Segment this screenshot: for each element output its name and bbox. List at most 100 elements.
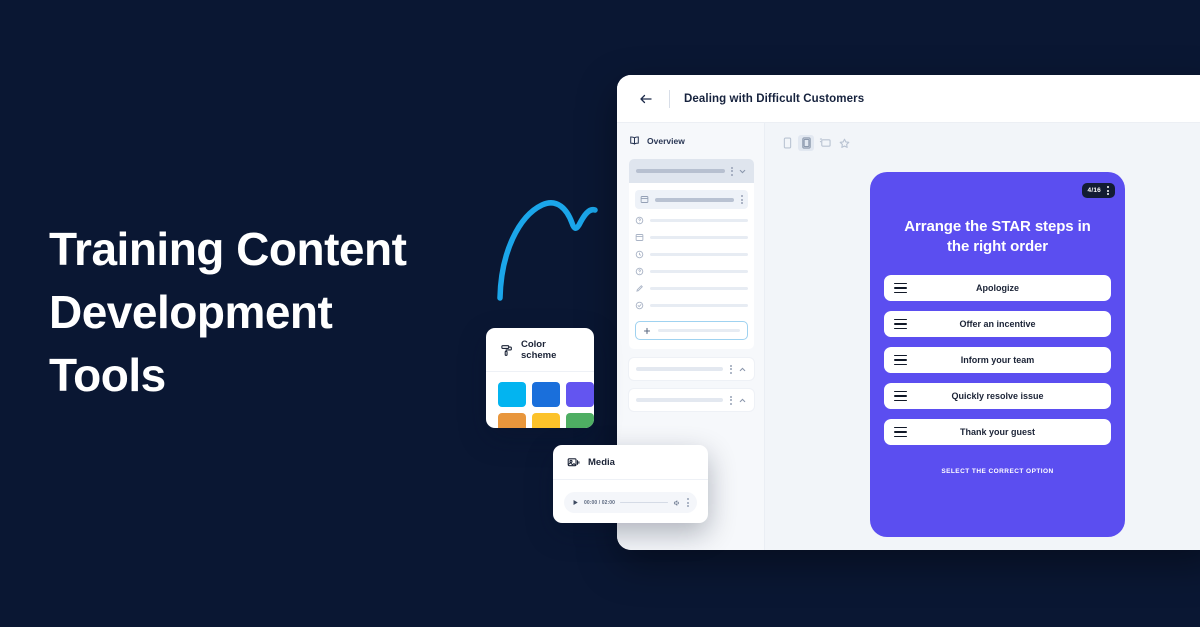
skeleton-line: [658, 329, 740, 332]
arrow-left-icon[interactable]: [637, 90, 655, 108]
headline-line-3: Tools: [49, 349, 166, 402]
desktop-view-button[interactable]: [817, 135, 833, 151]
add-slide-button[interactable]: [635, 321, 748, 340]
list-item[interactable]: [635, 190, 748, 209]
skeleton-line: [650, 304, 748, 307]
quiz-progress-badge[interactable]: 4/16: [1081, 183, 1115, 198]
chevron-down-icon[interactable]: [738, 167, 747, 176]
mobile-view-button[interactable]: [779, 135, 795, 151]
color-swatch-cyan[interactable]: [498, 382, 526, 407]
more-vertical-icon[interactable]: [686, 497, 689, 508]
skeleton-line: [650, 253, 748, 256]
quiz-option-item[interactable]: Apologize: [884, 275, 1111, 301]
color-swatch-blue[interactable]: [532, 382, 560, 407]
color-scheme-card: Color scheme: [486, 328, 594, 428]
question-circle-icon: [635, 216, 644, 225]
drag-handle-icon[interactable]: [894, 282, 907, 294]
quiz-option-item[interactable]: Inform your team: [884, 347, 1111, 373]
skeleton-line: [636, 398, 723, 402]
play-icon[interactable]: [572, 499, 579, 506]
clock-icon: [635, 250, 644, 259]
favorite-button[interactable]: [836, 135, 852, 151]
skeleton-line: [650, 236, 748, 239]
curved-arrow-doodle-icon: [497, 200, 598, 301]
list-item[interactable]: [635, 246, 748, 263]
chevron-up-icon[interactable]: [738, 365, 747, 374]
list-item[interactable]: [635, 229, 748, 246]
check-circle-icon: [635, 301, 644, 310]
media-player: 00:00 / 02:00: [564, 492, 697, 513]
color-swatch-violet[interactable]: [566, 382, 594, 407]
quiz-option-label: Quickly resolve issue: [951, 391, 1044, 401]
media-progress-track[interactable]: [620, 501, 668, 504]
plus-icon: [643, 327, 651, 334]
quiz-question-title: Arrange the STAR steps in the right orde…: [904, 218, 1091, 255]
media-timestamp: 00:00 / 02:00: [584, 499, 616, 506]
slide-icon: [635, 234, 644, 241]
toolbar-divider: [669, 89, 670, 108]
more-vertical-icon[interactable]: [729, 364, 732, 375]
skeleton-line: [650, 270, 748, 273]
quiz-option-label: Offer an incentive: [959, 319, 1036, 329]
quiz-option-item[interactable]: Offer an incentive: [884, 311, 1111, 337]
sidebar-group-header[interactable]: [629, 159, 754, 183]
tablet-view-icon: [801, 137, 811, 149]
volume-icon[interactable]: [673, 499, 681, 507]
more-vertical-icon[interactable]: [740, 194, 743, 205]
page-title: Training Content Development Tools: [49, 218, 519, 407]
list-item[interactable]: [635, 280, 748, 297]
app-course-title: Dealing with Difficult Customers: [684, 92, 865, 105]
list-item[interactable]: [635, 263, 748, 280]
quiz-option-label: Thank your guest: [959, 427, 1035, 437]
sidebar-overview-header[interactable]: Overview: [629, 135, 754, 146]
sidebar-section-card[interactable]: [629, 389, 754, 411]
page-root: Training Content Development Tools Deali…: [0, 0, 1200, 627]
drag-handle-icon[interactable]: [894, 390, 907, 402]
more-vertical-icon[interactable]: [730, 166, 733, 177]
pencil-icon: [636, 285, 643, 292]
drag-handle-icon[interactable]: [894, 318, 907, 330]
color-scheme-title: Color scheme: [521, 339, 557, 361]
quiz-hint-text: SELECT THE CORRECT OPTION: [941, 468, 1054, 475]
app-topbar: Dealing with Difficult Customers: [617, 75, 1200, 123]
quiz-options-list: Apologize Offer an incentive Inform your…: [884, 275, 1111, 445]
tablet-view-button[interactable]: [798, 135, 814, 151]
sidebar-section-card[interactable]: [629, 358, 754, 380]
view-toolbar: [765, 123, 1200, 151]
skeleton-bar: [636, 169, 725, 173]
slide-icon: [640, 196, 649, 203]
headline-line-1: Training Content: [49, 223, 407, 275]
quiz-option-item[interactable]: Thank your guest: [884, 419, 1111, 445]
list-item[interactable]: [635, 297, 748, 314]
skeleton-line: [650, 219, 748, 222]
quiz-progress-counter: 4/16: [1087, 187, 1101, 194]
sidebar-overview-label: Overview: [647, 135, 685, 146]
main-content-area: 4/16 Arrange the STAR steps in the right…: [765, 123, 1200, 550]
color-swatch-orange[interactable]: [498, 413, 526, 428]
chevron-up-icon[interactable]: [738, 396, 747, 405]
more-vertical-icon[interactable]: [729, 395, 732, 406]
skeleton-line: [650, 287, 748, 290]
more-vertical-icon[interactable]: [1106, 185, 1109, 196]
quiz-option-label: Apologize: [976, 283, 1019, 293]
paint-roller-icon: [501, 344, 512, 356]
quiz-preview-card: 4/16 Arrange the STAR steps in the right…: [870, 172, 1125, 537]
star-icon: [839, 138, 849, 148]
color-swatch-green[interactable]: [566, 413, 594, 428]
desktop-view-icon: [819, 138, 831, 147]
question-circle-icon: [635, 267, 644, 276]
list-item[interactable]: [635, 212, 748, 229]
skeleton-line: [655, 197, 734, 202]
skeleton-line: [636, 367, 723, 371]
color-swatch-grid: [486, 372, 594, 428]
quiz-option-label: Inform your team: [960, 355, 1035, 365]
book-icon: [630, 136, 639, 145]
color-swatch-yellow[interactable]: [532, 413, 560, 428]
drag-handle-icon[interactable]: [894, 426, 907, 438]
media-image-icon: [567, 458, 580, 467]
sidebar-group-body: [629, 183, 754, 349]
media-header: Media: [553, 445, 708, 480]
drag-handle-icon[interactable]: [894, 354, 907, 366]
quiz-option-item[interactable]: Quickly resolve issue: [884, 383, 1111, 409]
headline-line-2: Development: [49, 286, 333, 339]
